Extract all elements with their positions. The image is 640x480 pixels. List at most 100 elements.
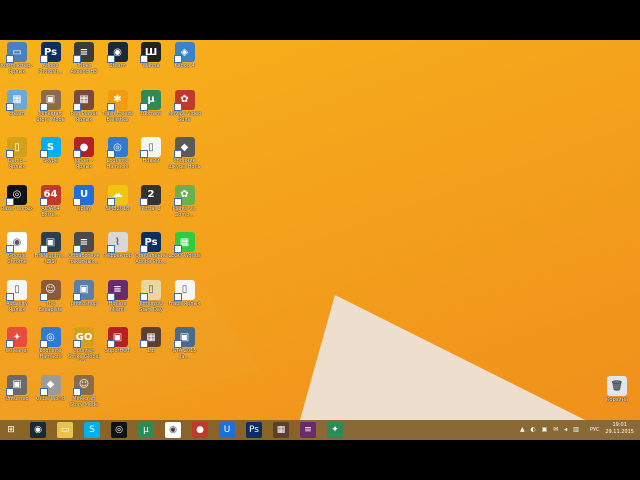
- desktop-icon[interactable]: 64 AIDA64 Extre...: [34, 184, 68, 225]
- desktop-icon[interactable]: ● Jorsen - Ярлык: [67, 137, 101, 177]
- desktop-icon[interactable]: ≡ Обработчик пакетных...: [67, 232, 101, 272]
- desktop-icon[interactable]: ▣ Unturned: [0, 374, 34, 415]
- language-indicator[interactable]: РУС: [590, 427, 600, 433]
- desktop-icon[interactable]: GOCounter-Strike Global Off...: [67, 327, 101, 367]
- taskbar-skype-icon[interactable]: S: [84, 422, 100, 438]
- desktop-icon[interactable]: ▦ Rad Planet Ярлык: [67, 89, 101, 130]
- desktop-icon[interactable]: ☺ Minecraft Story Mode: [67, 374, 101, 415]
- shortcut-arrow-icon: [106, 55, 115, 63]
- app-icon: µ: [140, 89, 161, 111]
- desktop-icon-label: AIDA64 Extre...: [41, 205, 60, 218]
- shortcut-arrow-icon: [73, 340, 81, 348]
- desktop-icon[interactable]: ≡ Tribes Ascend H5: [67, 42, 101, 82]
- desktop-icon[interactable]: ≡ Hotline Miami: [101, 279, 135, 320]
- desktop-icon[interactable]: ▣ photoshop: [67, 279, 101, 320]
- shortcut-arrow-icon: [6, 197, 14, 206]
- taskbar-utorrent-icon[interactable]: µ: [138, 422, 154, 438]
- shortcut-arrow-icon: [140, 150, 148, 158]
- desktop-icon[interactable]: ✿ Movavi Video Suite: [168, 89, 202, 130]
- app-icon: ▦: [6, 89, 27, 111]
- desktop-icon[interactable]: ▦ LEGO Worlds: [168, 232, 202, 272]
- app-icon: ✱: [106, 89, 128, 111]
- desktop-icon[interactable]: U Uplay: [67, 184, 101, 225]
- shortcut-arrow-icon: [39, 102, 48, 111]
- shortcut-arrow-icon: [73, 387, 81, 396]
- app-icon: ◈: [173, 42, 195, 63]
- app-icon: ▣: [39, 89, 61, 111]
- app-icon: ⌇: [106, 232, 128, 253]
- desktop-icon[interactable]: ▭ Компьютер - Ярлык: [0, 42, 34, 82]
- taskbar-explorer-icon[interactable]: ▭: [57, 422, 73, 438]
- desktop-icon[interactable]: ▯ Новый: [134, 137, 168, 177]
- shortcut-arrow-icon: [106, 150, 115, 158]
- desktop-icon-label: Minecraft Story Mode: [36, 110, 65, 123]
- desktop-icon[interactable]: ☺ The Escapists: [34, 279, 68, 320]
- taskbar-record-icon[interactable]: ●: [192, 422, 208, 438]
- desktop-icon[interactable]: 2 Portal 2: [134, 184, 168, 225]
- taskbar-start-icon[interactable]: ⊞: [3, 422, 19, 438]
- desktop-icon[interactable]: ▣ Minecraft Story Mode: [34, 89, 68, 130]
- desktop-icon-label: Tribes Ascend H5: [70, 63, 98, 75]
- desktop-icon[interactable]: ◎ Loquinte Hamachi: [34, 327, 68, 367]
- clock[interactable]: 19:01 29.11.2015: [605, 422, 634, 436]
- desktop-icon[interactable]: ◎ Razer Cortex: [0, 184, 34, 225]
- app-icon: 64: [39, 184, 61, 206]
- desktop-icon[interactable]: ◈ Kaboo 4: [168, 42, 202, 82]
- desktop-icon[interactable]: S Skype: [34, 137, 68, 177]
- desktop-icon[interactable]: ⌇ Рефрактор: [101, 232, 135, 272]
- taskbar-photoshop-icon[interactable]: Ps: [246, 422, 262, 438]
- trash-icon: 🗑: [607, 376, 627, 396]
- desktop-icon[interactable]: ▦ 1.8: [134, 327, 168, 367]
- shortcut-arrow-icon: [106, 340, 115, 348]
- desktop-icon-label: Portal 2: [141, 205, 161, 212]
- desktop-icon-label: Counter-Strike Global Off...: [68, 348, 100, 361]
- desktop-icon[interactable]: ▣ SuperHOT: [101, 327, 135, 367]
- desktop-icon[interactable]: ▯ Tomorrow Start Day: [134, 279, 168, 320]
- desktop-icon[interactable]: ◆ Сборник шкуры Ноль: [168, 137, 202, 177]
- desktop-icon[interactable]: ▦ cream: [0, 89, 34, 130]
- desktop-icon[interactable]: ✱ Trash Freeze Ballistics: [101, 89, 135, 130]
- shortcut-arrow-icon: [39, 387, 48, 396]
- desktop-icon[interactable]: ▣ FireNightm...(ZIS): [34, 232, 68, 272]
- taskbar-leaf-icon[interactable]: ✦: [327, 422, 343, 438]
- taskbar-chrome-icon[interactable]: ◉: [165, 422, 181, 438]
- app-icon: ▯: [140, 279, 161, 301]
- desktop-icon[interactable]: Ш Wanna: [134, 42, 168, 82]
- desktop-icon[interactable]: ▣ GTA 2015 Ja...: [168, 327, 202, 367]
- desktop-icon[interactable]: Ps Обновление Adobe Pho...: [134, 232, 168, 272]
- recycle-bin-label: Корзина: [605, 397, 629, 403]
- system-tray[interactable]: ▲ ◐ ▣ ✉ ◂ ▥: [520, 426, 581, 433]
- desktop-icon[interactable]: Ps Adobe Photosh...: [34, 42, 68, 82]
- desktop-icon-label: Wanna: [142, 63, 160, 69]
- shortcut-arrow-icon: [140, 340, 148, 348]
- desktop-icon[interactable]: ▯ Audacity Ярлык: [0, 279, 34, 320]
- desktop-icon-label: Minecraft Story Mode: [69, 395, 99, 408]
- desktop-icon[interactable]: ◆ Cube World: [34, 374, 68, 415]
- shortcut-arrow-icon: [173, 150, 182, 158]
- taskbar-razer-icon[interactable]: ◎: [111, 422, 127, 438]
- shortcut-arrow-icon: [173, 102, 182, 111]
- taskbar-uplay-icon[interactable]: U: [219, 422, 235, 438]
- desktop-icon[interactable]: ▯ Demo - Ярлык: [0, 137, 34, 177]
- recycle-bin[interactable]: 🗑 Корзина: [600, 376, 634, 416]
- app-icon: ≡: [106, 279, 128, 301]
- shortcut-arrow-icon: [39, 292, 48, 301]
- taskbar: ⊞ ◉ ▭ S ◎ µ ◉ ● U Ps ▦ ≡ ✦ ▲ ◐ ▣ ✉ ◂ ▥ РУС 19:01 29.…: [0, 420, 640, 440]
- desktop-icon[interactable]: ☁ SMB2018: [101, 184, 135, 225]
- desktop-icon[interactable]: µ uTorrent: [134, 89, 168, 130]
- desktop-icon[interactable]: ◉ Steam: [101, 42, 135, 82]
- app-icon: ≡: [73, 232, 94, 253]
- app-icon: U: [73, 184, 94, 206]
- desktop-icon-label: Сборник шкуры Ноль: [168, 158, 201, 170]
- app-icon: ▯: [173, 279, 195, 301]
- desktop-icon[interactable]: ◉ Google Chrome: [0, 232, 34, 272]
- desktop-icon[interactable]: ✦ CCleaner: [0, 327, 34, 367]
- taskbar-minecraft-icon[interactable]: ▦: [273, 422, 289, 438]
- desktop-icon[interactable]: ▯ Fraps Ярлык: [168, 279, 202, 320]
- desktop-icon[interactable]: ✿ Plants vs. Zomb...: [168, 184, 202, 225]
- desktop-icon-label: Loquinte Hamachi: [106, 158, 129, 170]
- desktop-icon-label: photoshop: [70, 300, 98, 307]
- desktop-icon[interactable]: ◎ Loquinte Hamachi: [101, 137, 135, 177]
- taskbar-steam-icon[interactable]: ◉: [30, 422, 46, 438]
- taskbar-winrar-icon[interactable]: ≡: [300, 422, 316, 438]
